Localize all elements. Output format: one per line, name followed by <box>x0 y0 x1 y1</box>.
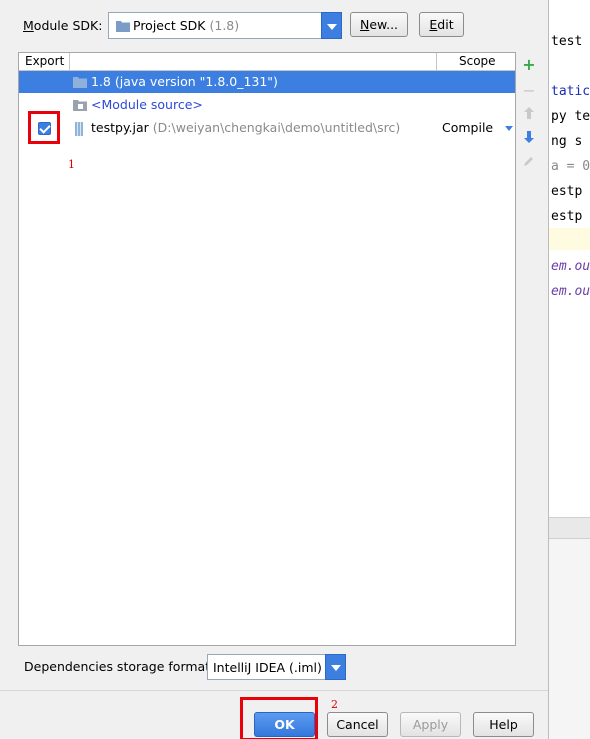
chevron-down-icon[interactable] <box>325 654 346 680</box>
table-header: Export Scope <box>19 53 515 71</box>
jar-path: (D:\weiyan\chengkai\demo\untitled\src) <box>152 120 401 135</box>
apply-button[interactable]: Apply <box>400 712 461 737</box>
editor-line: em.ou <box>551 259 590 274</box>
folder-icon <box>73 100 87 111</box>
remove-icon[interactable]: − <box>520 82 538 100</box>
storage-format-label: Dependencies storage format: <box>24 659 215 674</box>
editor-line: estp <box>551 184 583 199</box>
editor-line: estp <box>551 209 583 224</box>
chevron-down-icon[interactable] <box>321 12 342 39</box>
jar-name: testpy.jar <box>91 120 149 135</box>
annotation-box-1 <box>28 111 60 144</box>
code-editor-background: test tatic py te ng s a = 0 estp estp em… <box>548 0 590 739</box>
editor-line: test <box>551 34 583 49</box>
table-row-testpy-jar[interactable]: testpy.jar (D:\weiyan\chengkai\demo\unti… <box>19 117 515 139</box>
folder-icon <box>73 77 87 88</box>
module-sdk-label: Module SDK: <box>23 18 103 33</box>
jdk-label: 1.8 (java version "1.8.0_131") <box>91 74 278 89</box>
editor-line: ng s <box>551 134 583 149</box>
add-icon[interactable]: + <box>520 56 538 74</box>
annotation-number-1: 1 <box>68 158 75 171</box>
module-sdk-version: (1.8) <box>209 18 240 33</box>
editor-line: em.ou <box>551 284 590 299</box>
module-source-label: <Module source> <box>91 97 203 112</box>
cancel-button[interactable]: Cancel <box>327 712 388 737</box>
annotation-number-2: 2 <box>331 698 338 711</box>
storage-format-value: IntelliJ IDEA (.iml) <box>213 660 322 675</box>
editor-line: a = 0 <box>551 159 590 174</box>
edit-pencil-icon[interactable] <box>520 155 538 173</box>
module-sdk-dropdown[interactable]: Project SDK (1.8) <box>108 12 342 39</box>
edit-sdk-button[interactable]: Edit <box>419 12 464 37</box>
project-structure-dialog: Module SDK: Project SDK (1.8) New... Edi… <box>0 0 548 739</box>
folder-icon <box>116 21 130 32</box>
column-header-scope[interactable]: Scope <box>459 54 496 68</box>
move-down-icon[interactable] <box>520 130 538 148</box>
dependencies-table[interactable]: Export Scope 1.8 (java version "1.8.0_13… <box>18 52 516 646</box>
table-row-module-source[interactable]: <Module source> <box>19 94 515 116</box>
annotation-box-2 <box>240 697 318 739</box>
column-header-export[interactable]: Export <box>25 54 64 68</box>
table-row-jdk[interactable]: 1.8 (java version "1.8.0_131") <box>19 71 515 93</box>
editor-line: py te <box>551 109 590 124</box>
new-sdk-button[interactable]: New... <box>350 12 408 37</box>
editor-line: tatic <box>551 84 590 99</box>
jar-icon <box>75 122 83 136</box>
storage-format-dropdown[interactable]: IntelliJ IDEA (.iml) <box>207 654 346 680</box>
move-up-icon[interactable] <box>520 106 538 124</box>
scope-value[interactable]: Compile <box>442 120 493 135</box>
help-button[interactable]: Help <box>473 712 534 737</box>
scope-dropdown-arrow-icon[interactable] <box>505 126 513 131</box>
module-sdk-value: Project SDK <box>133 18 206 33</box>
